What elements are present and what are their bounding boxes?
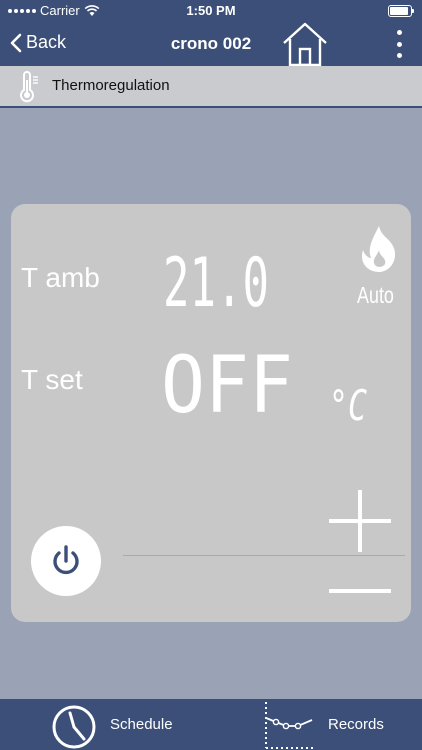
- plus-icon: [329, 490, 391, 552]
- thermostat-panel: T amb 21.0 T set OFF Auto °C: [11, 204, 411, 622]
- chevron-left-icon: [10, 33, 22, 52]
- unit-label: °C: [329, 381, 367, 428]
- home-icon: [283, 22, 327, 67]
- power-icon: [53, 545, 79, 575]
- mode-label: Auto: [357, 282, 394, 308]
- battery-icon: [388, 5, 414, 17]
- svg-text:21.0: 21.0: [163, 248, 269, 310]
- t-set-value: OFF: [161, 346, 293, 416]
- tab-schedule[interactable]: Schedule: [50, 699, 173, 750]
- decrease-button[interactable]: [329, 580, 391, 600]
- more-options-button[interactable]: [394, 30, 404, 58]
- section-header: Thermoregulation: [0, 66, 422, 108]
- increase-button[interactable]: [329, 490, 391, 552]
- t-set-label: T set: [21, 364, 83, 395]
- status-time: 1:50 PM: [186, 3, 236, 18]
- svg-text:OFF: OFF: [161, 346, 293, 416]
- nav-bar: Back crono 002: [0, 22, 422, 67]
- minus-icon: [329, 589, 391, 593]
- tab-schedule-label: Schedule: [110, 716, 173, 733]
- tab-records-label: Records: [328, 716, 384, 733]
- chart-icon: [265, 701, 314, 749]
- status-bar: Carrier 1:50 PM: [0, 0, 422, 22]
- t-amb-value: 21.0: [163, 248, 269, 310]
- svg-text:°C: °C: [329, 381, 367, 428]
- clock-icon: [52, 705, 96, 748]
- more-icon: [396, 30, 402, 35]
- tab-bar: Schedule Records: [0, 699, 422, 750]
- flame-icon: [361, 226, 396, 272]
- back-label: Back: [26, 32, 67, 52]
- thermometer-icon: [20, 71, 38, 103]
- home-button[interactable]: [280, 22, 330, 67]
- section-title: Thermoregulation: [52, 77, 170, 94]
- divider: [123, 555, 405, 556]
- power-button[interactable]: [31, 526, 101, 596]
- tab-records[interactable]: Records: [262, 699, 384, 750]
- back-button[interactable]: Back: [10, 32, 66, 53]
- t-amb-label: T amb: [21, 262, 100, 293]
